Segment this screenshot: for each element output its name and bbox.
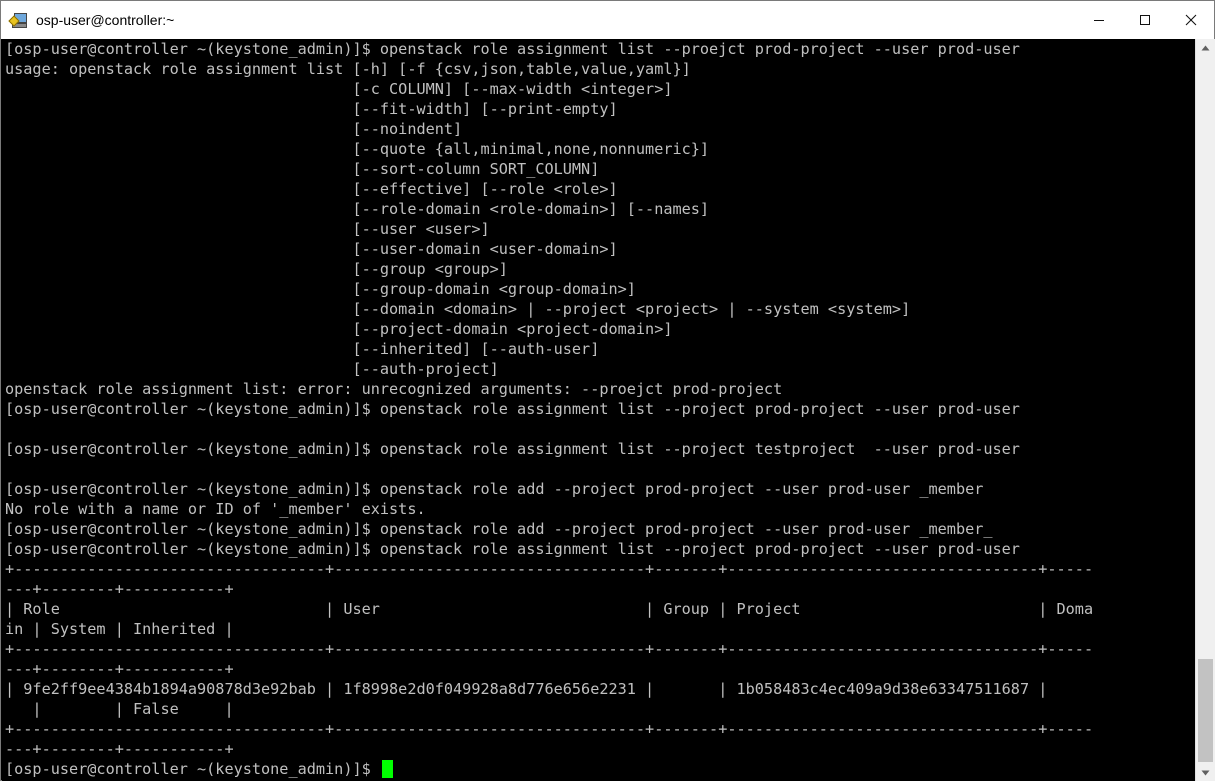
terminal-line: [osp-user@controller ~(keystone_admin)]$… bbox=[5, 440, 1020, 458]
terminal-line: +----------------------------------+----… bbox=[5, 560, 1094, 578]
scroll-down-arrow-icon bbox=[1201, 770, 1210, 775]
terminal-line: [osp-user@controller ~(keystone_admin)]$… bbox=[5, 40, 1020, 58]
terminal-line: [--quote {all,minimal,none,nonnumeric}] bbox=[5, 140, 710, 158]
terminal-line: openstack role assignment list: error: u… bbox=[5, 380, 783, 398]
terminal-line: [--role-domain <role-domain>] [--names] bbox=[5, 200, 710, 218]
terminal-line: | | False | bbox=[5, 700, 234, 718]
maximize-icon bbox=[1140, 15, 1150, 25]
maximize-button[interactable] bbox=[1122, 1, 1168, 39]
window-controls bbox=[1076, 1, 1214, 39]
terminal-output-area[interactable]: [osp-user@controller ~(keystone_admin)]$… bbox=[2, 39, 1195, 781]
terminal-line: [--auth-project] bbox=[5, 360, 499, 378]
terminal-line: +----------------------------------+----… bbox=[5, 720, 1094, 738]
scroll-up-arrow-icon bbox=[1201, 45, 1210, 50]
terminal-line: [--project-domain <project-domain>] bbox=[5, 320, 673, 338]
scroll-up-button[interactable] bbox=[1196, 39, 1215, 56]
terminal-line: ---+--------+-----------+ bbox=[5, 580, 234, 598]
close-icon bbox=[1185, 14, 1197, 26]
terminal-line: [--effective] [--role <role>] bbox=[5, 180, 618, 198]
terminal-lines: [osp-user@controller ~(keystone_admin)]$… bbox=[5, 39, 1093, 779]
scroll-down-button[interactable] bbox=[1196, 764, 1215, 781]
terminal-line: [--group-domain <group-domain>] bbox=[5, 280, 636, 298]
terminal-line: +----------------------------------+----… bbox=[5, 640, 1094, 658]
terminal-line: [--fit-width] [--print-empty] bbox=[5, 100, 618, 118]
vertical-scrollbar[interactable] bbox=[1195, 39, 1215, 781]
minimize-button[interactable] bbox=[1076, 1, 1122, 39]
text-cursor bbox=[381, 760, 393, 778]
minimize-icon bbox=[1094, 20, 1104, 21]
terminal-window: osp-user@controller:~ [osp-user@controll… bbox=[0, 0, 1215, 781]
terminal-line: No role with a name or ID of '_member' e… bbox=[5, 500, 426, 518]
putty-app-icon[interactable] bbox=[8, 11, 28, 29]
terminal-line: | Role | User | Group | Project | Doma bbox=[5, 600, 1094, 618]
window-title: osp-user@controller:~ bbox=[36, 12, 175, 28]
terminal-prompt-line: [osp-user@controller ~(keystone_admin)]$ bbox=[5, 759, 1093, 779]
terminal-line: [--inherited] [--auth-user] bbox=[5, 340, 600, 358]
scrollbar-thumb[interactable] bbox=[1198, 659, 1213, 762]
terminal-line: [osp-user@controller ~(keystone_admin)]$… bbox=[5, 400, 1020, 418]
terminal-line: [--user-domain <user-domain>] bbox=[5, 240, 618, 258]
terminal-line: [--group <group>] bbox=[5, 260, 508, 278]
terminal-line: [osp-user@controller ~(keystone_admin)]$… bbox=[5, 480, 984, 498]
terminal-line: [-c COLUMN] [--max-width <integer>] bbox=[5, 80, 673, 98]
terminal-line: ---+--------+-----------+ bbox=[5, 740, 234, 758]
terminal-line: usage: openstack role assignment list [-… bbox=[5, 60, 691, 78]
terminal-line: | 9fe2ff9ee4384b1894a90878d3e92bab | 1f8… bbox=[5, 680, 1048, 698]
terminal-line: [osp-user@controller ~(keystone_admin)]$… bbox=[5, 540, 1020, 558]
terminal-line: [--sort-column SORT_COLUMN] bbox=[5, 160, 600, 178]
shell-prompt: [osp-user@controller ~(keystone_admin)]$ bbox=[5, 760, 380, 778]
title-bar[interactable]: osp-user@controller:~ bbox=[1, 1, 1214, 39]
terminal-line: [osp-user@controller ~(keystone_admin)]$… bbox=[5, 520, 993, 538]
terminal-line: [--noindent] bbox=[5, 120, 463, 138]
terminal-line: ---+--------+-----------+ bbox=[5, 660, 234, 678]
terminal-line: in | System | Inherited | bbox=[5, 620, 234, 638]
terminal-line: [--domain <domain> | --project <project>… bbox=[5, 300, 911, 318]
terminal-line: [--user <user>] bbox=[5, 220, 490, 238]
close-button[interactable] bbox=[1168, 1, 1214, 39]
